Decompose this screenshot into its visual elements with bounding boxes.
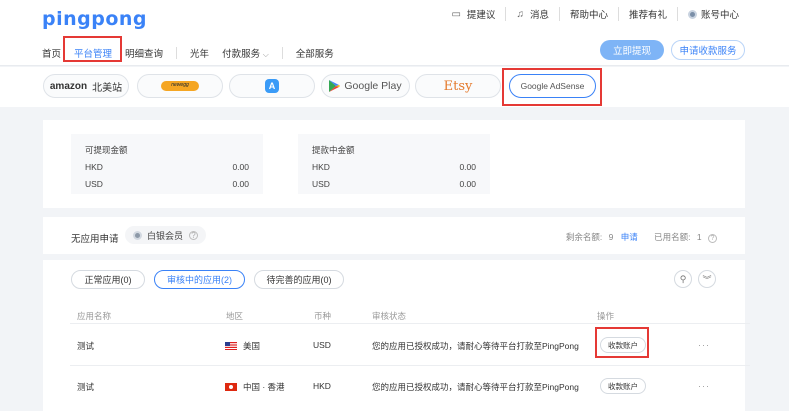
platform-google-adsense[interactable]: Google AdSense (509, 74, 596, 98)
account-center-link[interactable]: 账号中心 (676, 7, 749, 21)
nav-guangnian[interactable]: 光年 (190, 46, 209, 60)
col-review-status: 审核状态 (372, 311, 407, 321)
nav-home[interactable]: 首页 (42, 46, 61, 60)
row2-region: 中国 · 香港 (225, 381, 285, 393)
newegg-logo: newegg (161, 81, 199, 91)
application-quota-bar: 无应用申请 白银会员 ? 剩余名额: 9 申请 已用名额: 1 ? (43, 217, 745, 254)
main-nav: 首页 平台管理 明细查询 光年 付款服务 ⌵ 全部服务 (42, 46, 347, 60)
row1-app-name: 测试 (77, 341, 95, 351)
comment-icon: ▭ (451, 8, 461, 20)
col-operations: 操作 (597, 311, 615, 321)
row1-receiving-account-button[interactable]: 收款账户 (600, 337, 646, 353)
col-app-name: 应用名称 (77, 311, 112, 321)
platform-newegg[interactable]: newegg (137, 74, 223, 98)
nav-platform-management[interactable]: 平台管理 (74, 46, 112, 60)
platform-google-play[interactable]: Google Play (321, 74, 410, 98)
collapse-icon[interactable]: ︾ (698, 270, 716, 288)
nav-payment-service[interactable]: 付款服务 ⌵ (222, 46, 269, 60)
quota-info: 剩余名额: 9 申请 已用名额: 1 ? (566, 231, 717, 243)
search-icon[interactable]: ⚲ (674, 270, 692, 288)
pending-withdraw-balance: 提款中金额 HKD 0.00 USD 0.00 (298, 134, 490, 194)
apply-quota-link[interactable]: 申请 (621, 232, 638, 242)
nav-divider (176, 47, 178, 59)
platform-app-store[interactable]: A (229, 74, 315, 98)
table-divider (70, 323, 750, 324)
google-play-icon (329, 80, 341, 92)
suggest-link[interactable]: ▭ 提建议 (441, 7, 505, 22)
platform-amazon[interactable]: amazon 北美站 (43, 74, 129, 98)
hk-flag-icon (225, 383, 237, 391)
referral-link[interactable]: 推荐有礼 (617, 7, 677, 21)
row1-region: 美国 (225, 340, 260, 352)
row2-app-name: 测试 (77, 382, 95, 392)
help-icon: ? (708, 234, 717, 243)
nav-all-services[interactable]: 全部服务 (296, 46, 334, 60)
balance-card: 可提现金额 HKD 0.00 USD 0.00 提款中金额 HKD 0.00 U… (43, 120, 745, 208)
row1-currency: USD (313, 340, 331, 350)
row2-more-icon[interactable]: ··· (698, 381, 710, 391)
top-utility-bar: ▭ 提建议 ♫ 消息 帮助中心 推荐有礼 账号中心 (441, 7, 749, 21)
col-currency: 币种 (314, 311, 332, 321)
row1-more-icon[interactable]: ··· (698, 340, 710, 350)
us-flag-icon (225, 342, 237, 350)
pingpong-logo[interactable]: pingpong (42, 8, 147, 30)
header: pingpong ▭ 提建议 ♫ 消息 帮助中心 推荐有礼 账号中心 首页 平台… (0, 0, 789, 66)
row2-currency: HKD (313, 381, 331, 391)
tab-reviewing-apps[interactable]: 审核中的应用(2) (154, 270, 245, 289)
tab-incomplete-apps[interactable]: 待完善的应用(0) (254, 270, 344, 289)
help-icon: ? (189, 230, 199, 240)
withdraw-now-button[interactable]: 立即提现 (600, 40, 664, 60)
no-application-label: 无应用申请 (71, 234, 119, 245)
platform-selector: amazon 北美站 newegg A Google Play Etsy Goo… (0, 67, 789, 107)
col-region: 地区 (226, 311, 244, 321)
avatar (687, 9, 697, 19)
table-divider (70, 365, 750, 366)
membership-badge[interactable]: 白银会员 ? (125, 226, 207, 244)
bell-icon: ♫ (516, 8, 524, 20)
available-balance: 可提现金额 HKD 0.00 USD 0.00 (71, 134, 263, 194)
nav-divider (281, 47, 283, 59)
app-store-icon: A (265, 79, 279, 93)
row2-status: 您的应用已授权成功，请耐心等待平台打款至PingPong (372, 382, 579, 392)
chevron-down-icon: ⌵ (262, 50, 269, 59)
medal-icon (133, 230, 142, 240)
help-center-link[interactable]: 帮助中心 (558, 7, 618, 21)
row2-receiving-account-button[interactable]: 收款账户 (600, 378, 646, 394)
platform-etsy[interactable]: Etsy (415, 74, 501, 98)
apply-receiving-service-button[interactable]: 申请收款服务 (671, 40, 745, 60)
tab-normal-apps[interactable]: 正常应用(0) (71, 270, 145, 289)
row1-status: 您的应用已授权成功，请耐心等待平台打款至PingPong (372, 341, 579, 351)
nav-details[interactable]: 明细查询 (125, 46, 163, 60)
messages-link[interactable]: ♫ 消息 (505, 7, 559, 21)
